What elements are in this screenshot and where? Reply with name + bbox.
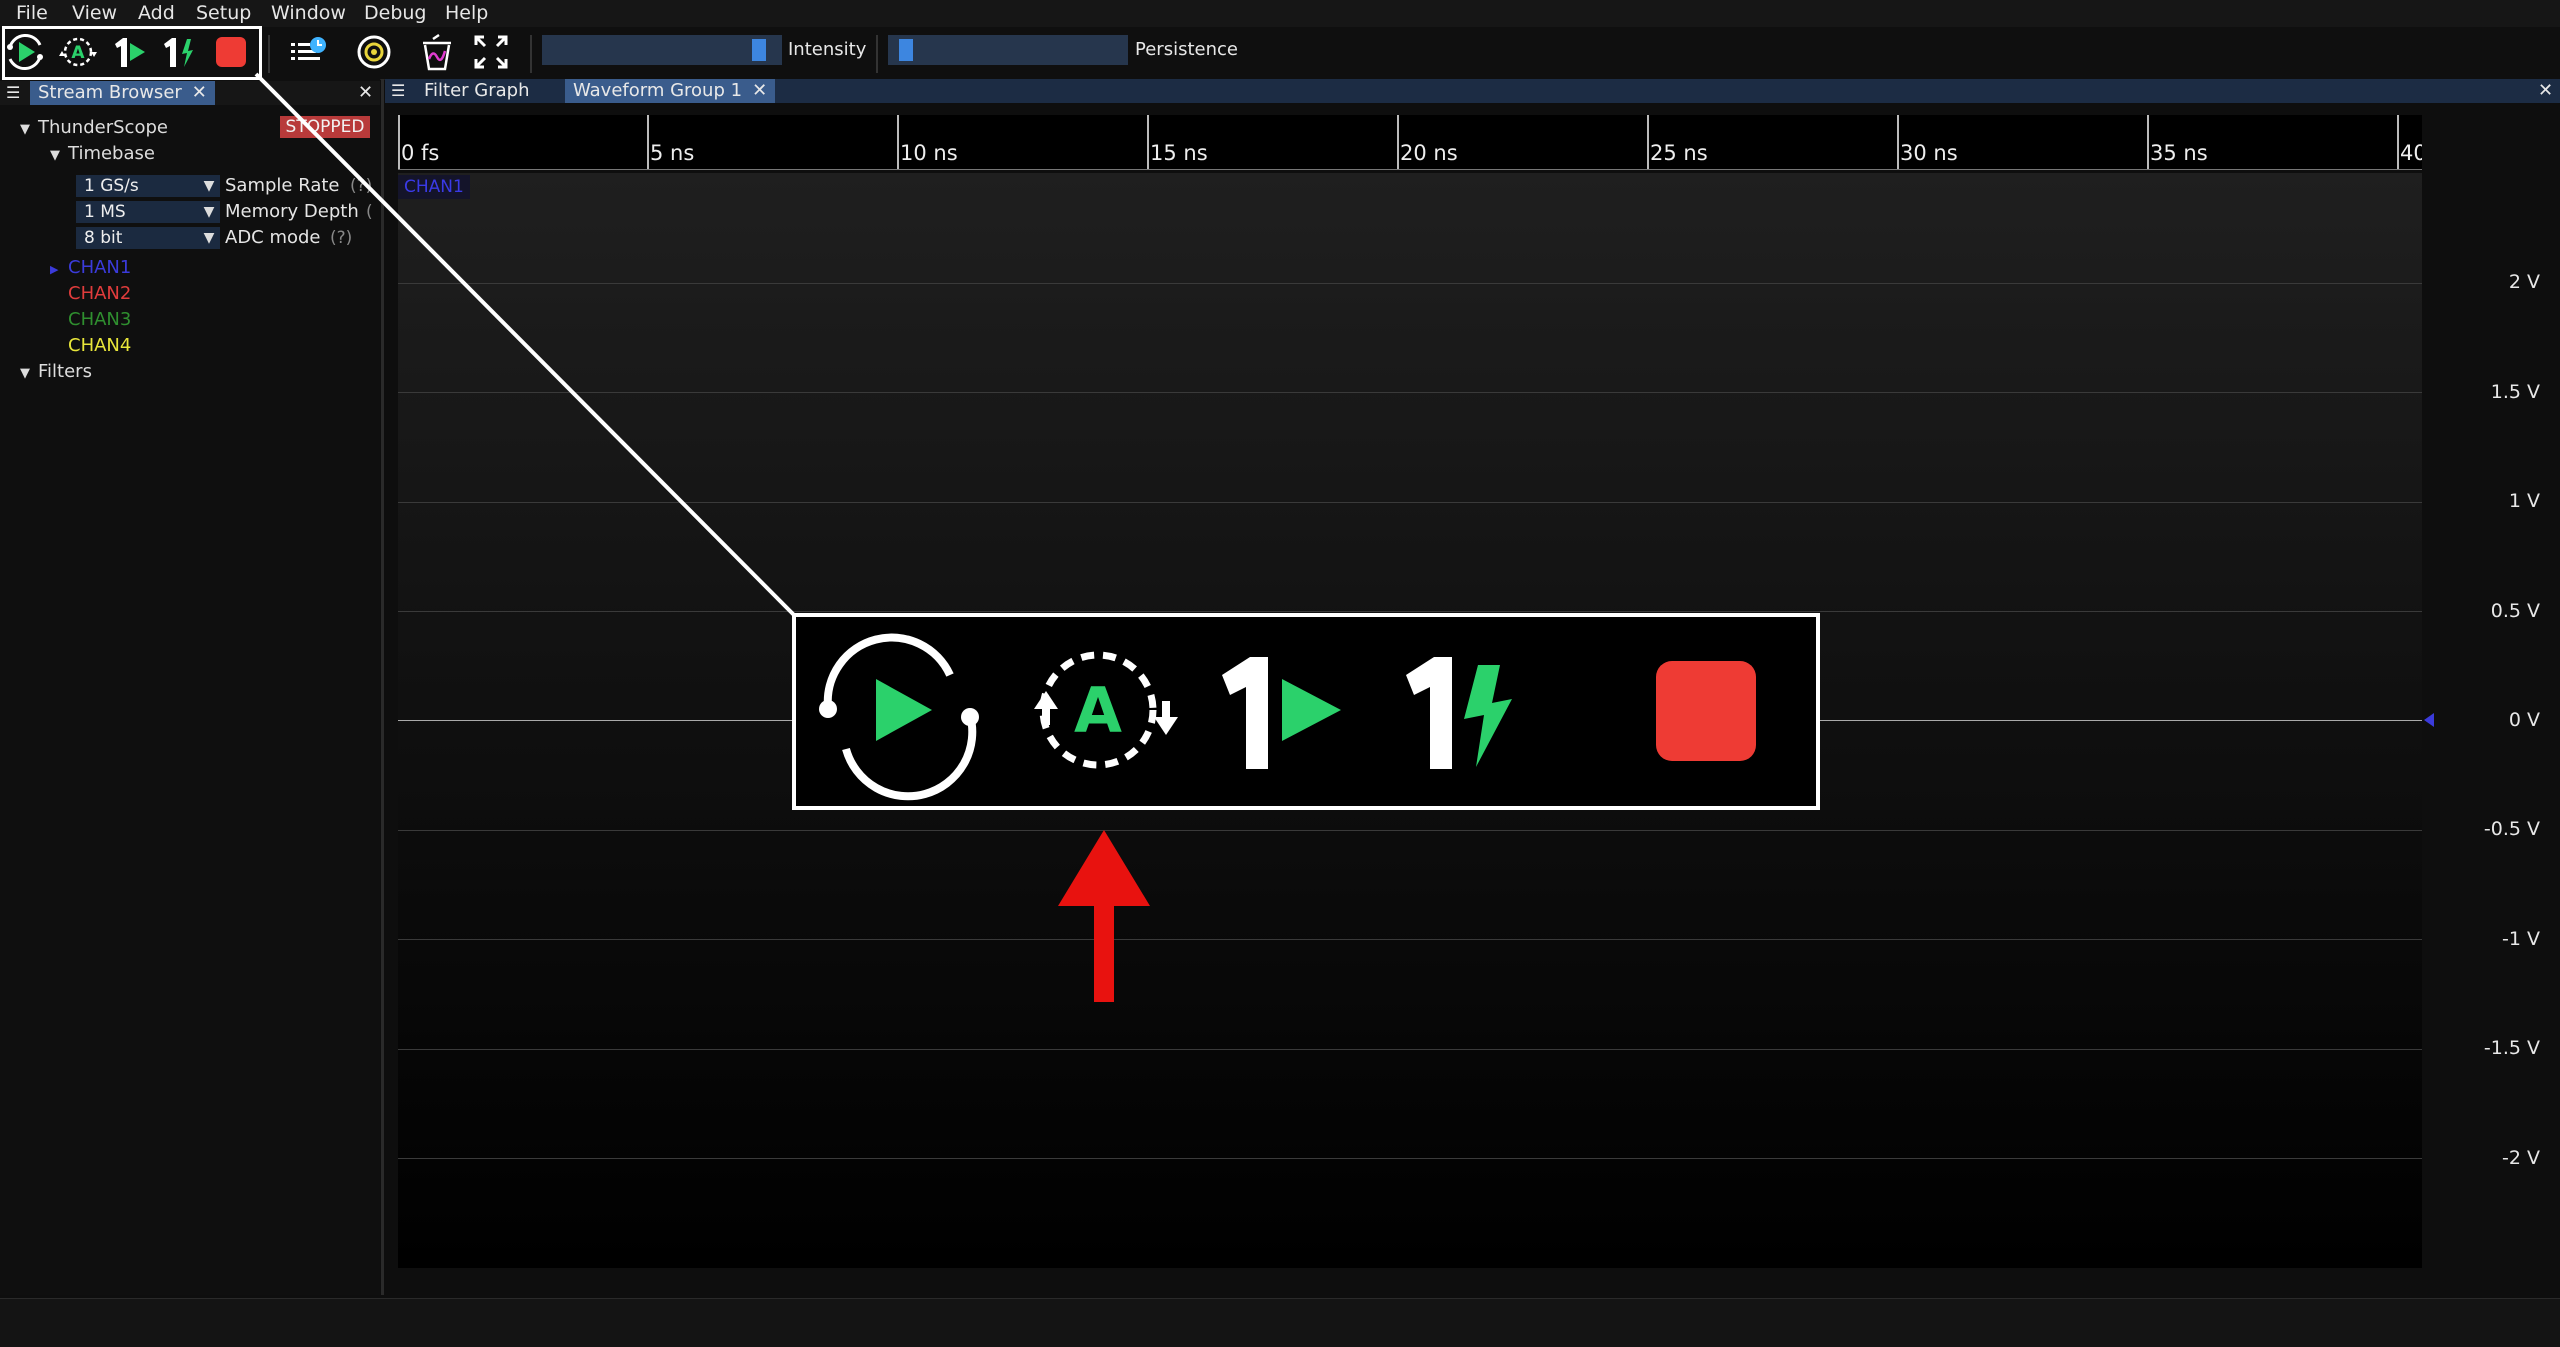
zoomed-toolbar-callout: A — [792, 613, 1820, 810]
zoomed-buttons: A — [819, 633, 1756, 801]
stop-icon — [1656, 661, 1756, 761]
run-cycle-icon — [819, 633, 979, 801]
force-trigger-icon — [1406, 657, 1512, 769]
red-arrow-pointer — [1058, 830, 1150, 1002]
auto-trigger-icon: A — [1034, 651, 1178, 769]
svg-text:A: A — [1074, 674, 1122, 747]
single-shot-icon — [1222, 657, 1341, 769]
